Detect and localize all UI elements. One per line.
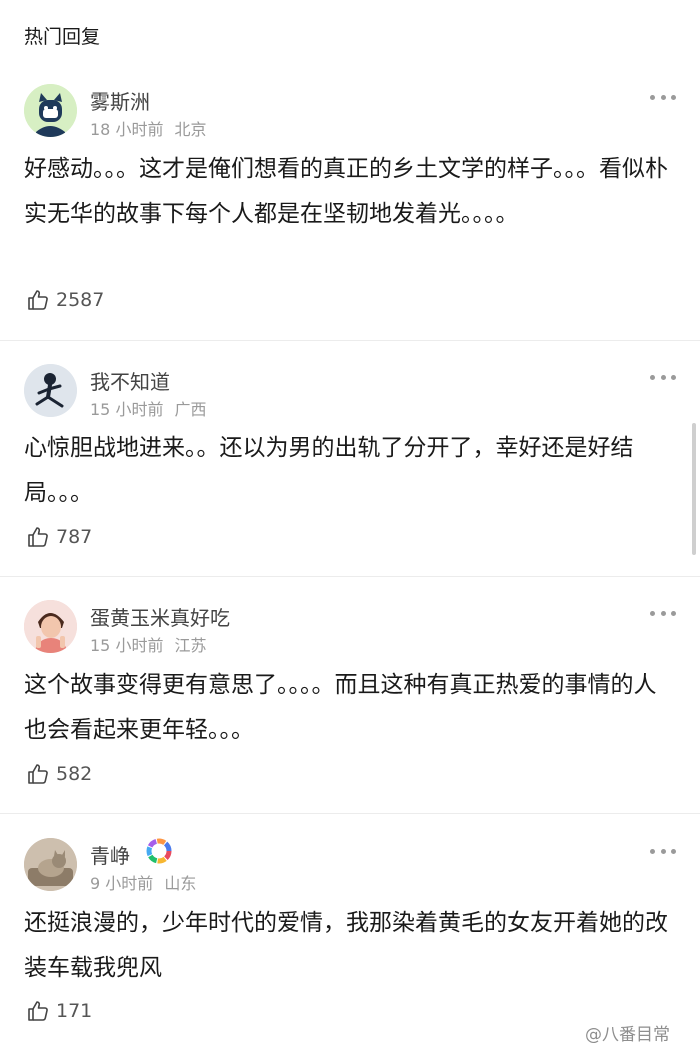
like-count: 171 <box>56 1000 93 1022</box>
person-photo-avatar-icon[interactable] <box>24 600 77 653</box>
divider <box>0 576 700 577</box>
comment-location: 广西 <box>174 400 207 419</box>
rainbow-ring-badge-icon <box>145 837 173 865</box>
comment-location: 山东 <box>164 874 197 893</box>
thumbs-up-icon <box>28 764 48 784</box>
comment-text: 心惊胆战地进来。。还以为男的出轨了分开了，幸好还是好结局。。。 <box>24 435 634 506</box>
comment-item: 雾斯洲 18 小时前 北京 好感动。。。这才是俺们想看的真正的乡土文学的样子。。… <box>0 0 700 340</box>
divider <box>0 813 700 814</box>
cat-photo-avatar-icon[interactable] <box>24 838 77 891</box>
thumbs-up-icon <box>28 1001 48 1021</box>
username[interactable]: 青峥 <box>90 840 130 869</box>
comment-time: 18 小时前 <box>90 120 164 139</box>
comment-location: 江苏 <box>174 636 207 655</box>
cartoon-cat-avatar-icon[interactable] <box>24 84 77 137</box>
comment-time: 15 小时前 <box>90 400 164 419</box>
more-options-icon[interactable] <box>650 847 676 855</box>
scrollbar[interactable] <box>692 423 696 555</box>
like-count: 787 <box>56 526 93 548</box>
like-button[interactable]: 787 <box>26 525 92 549</box>
watermark: @八番目常 <box>585 1025 670 1045</box>
comment-meta: 15 小时前 广西 <box>90 396 207 420</box>
comment-text: 这个故事变得更有意思了。。。。而且这种有真正热爱的事情的人也会看起来更年轻。。。 <box>24 672 657 743</box>
comment-text: 好感动。。。这才是俺们想看的真正的乡土文学的样子。。。看似朴实无华的故事下每个人… <box>24 156 668 227</box>
comment-time: 15 小时前 <box>90 636 164 655</box>
thumbs-up-icon <box>28 290 48 310</box>
divider <box>0 340 700 341</box>
comment-meta: 15 小时前 江苏 <box>90 632 207 656</box>
comment-meta: 18 小时前 北京 <box>90 116 207 140</box>
comment-text: 还挺浪漫的，少年时代的爱情，我那染着黄毛的女友开着她的改装车载我兜风 <box>24 910 668 981</box>
dancing-figure-avatar-icon[interactable] <box>24 364 77 417</box>
like-button[interactable]: 171 <box>26 999 92 1023</box>
comment-location: 北京 <box>174 120 207 139</box>
more-options-icon[interactable] <box>650 373 676 381</box>
like-count: 582 <box>56 763 93 785</box>
more-options-icon[interactable] <box>650 609 676 617</box>
like-button[interactable]: 582 <box>26 762 92 786</box>
username[interactable]: 雾斯洲 <box>90 86 150 115</box>
username[interactable]: 蛋黄玉米真好吃 <box>90 602 230 631</box>
username[interactable]: 我不知道 <box>90 366 170 395</box>
like-button[interactable]: 2587 <box>26 288 104 312</box>
comment-time: 9 小时前 <box>90 874 154 893</box>
like-count: 2587 <box>56 289 105 311</box>
comment-meta: 9 小时前 山东 <box>90 870 196 894</box>
more-options-icon[interactable] <box>650 93 676 101</box>
thumbs-up-icon <box>28 527 48 547</box>
